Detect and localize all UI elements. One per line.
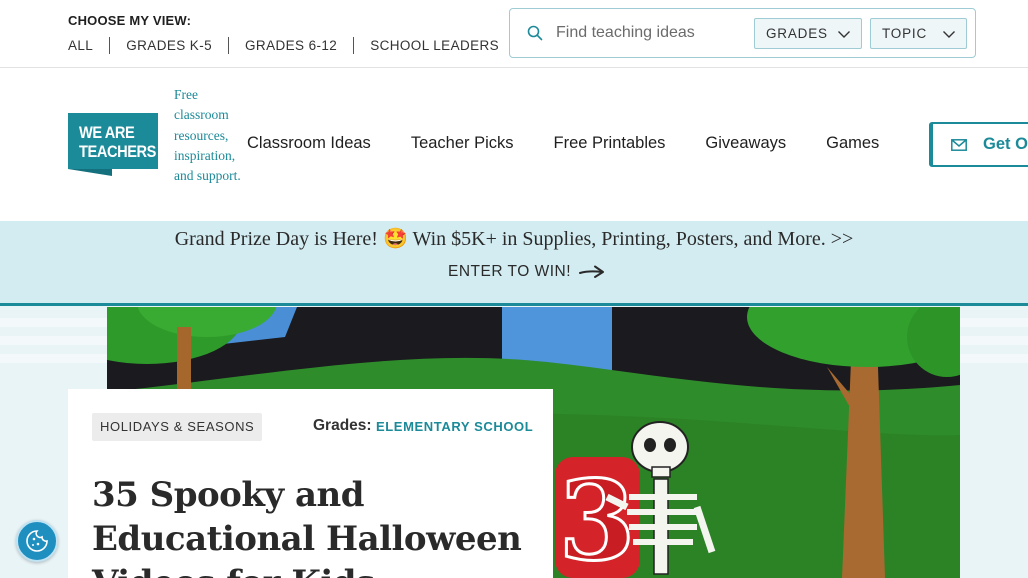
chevron-down-icon	[943, 31, 955, 38]
cookie-settings-button[interactable]	[16, 520, 58, 562]
newsletter-button[interactable]: Get Ou	[929, 122, 1028, 167]
grades-select[interactable]: GRADES	[754, 18, 862, 49]
logo-text: WE ARE TEACHERS	[79, 123, 156, 161]
search-icon[interactable]	[527, 25, 543, 41]
grades-select-label: GRADES	[766, 26, 828, 41]
mail-icon	[951, 138, 967, 151]
nav-item-giveaways[interactable]: Giveaways	[705, 134, 786, 153]
main-navigation: WE ARE TEACHERS Free classroom resources…	[0, 68, 1028, 221]
view-link-school-leaders[interactable]: SCHOOL LEADERS	[353, 37, 515, 54]
view-link-grades-6-12[interactable]: GRADES 6-12	[228, 37, 353, 54]
promo-banner[interactable]: Grand Prize Day is Here! 🤩 Win $5K+ in S…	[0, 221, 1028, 306]
article-title: 35 Spooky and Educational Halloween Vide…	[92, 475, 522, 578]
article-card: HOLIDAYS & SEASONS Grades: ELEMENTARY SC…	[68, 389, 553, 578]
newsletter-button-label: Get Ou	[983, 135, 1028, 153]
grades-value-link[interactable]: ELEMENTARY SCHOOL	[376, 419, 533, 434]
top-utility-bar: CHOOSE MY VIEW: ALL GRADES K-5 GRADES 6-…	[0, 0, 1028, 68]
cookie-icon	[26, 530, 48, 552]
view-link-grades-k5[interactable]: GRADES K-5	[109, 37, 228, 54]
topic-select-label: TOPIC	[882, 26, 928, 41]
nav-item-free-printables[interactable]: Free Printables	[554, 134, 666, 153]
enter-to-win-link[interactable]: ENTER TO WIN!	[448, 263, 605, 281]
view-switcher: ALL GRADES K-5 GRADES 6-12 SCHOOL LEADER…	[68, 37, 515, 54]
tagline: Free classroom resources, inspiration, a…	[174, 87, 241, 184]
logo[interactable]: WE ARE TEACHERS	[68, 113, 158, 176]
svg-text:3: 3	[559, 456, 636, 578]
category-badge[interactable]: HOLIDAYS & SEASONS	[92, 413, 263, 441]
search-input[interactable]	[556, 19, 752, 47]
arrow-right-icon	[579, 265, 605, 278]
chevron-down-icon	[838, 31, 850, 38]
promo-title[interactable]: Grand Prize Day is Here! 🤩 Win $5K+ in S…	[0, 226, 1028, 251]
nav-item-classroom-ideas[interactable]: Classroom Ideas	[247, 134, 371, 153]
nav-menu: Classroom Ideas Teacher Picks Free Print…	[247, 134, 919, 153]
view-link-all[interactable]: ALL	[68, 37, 109, 54]
enter-to-win-label: ENTER TO WIN!	[448, 263, 572, 280]
nav-item-teacher-picks[interactable]: Teacher Picks	[411, 134, 514, 153]
grades-label: Grades:	[313, 417, 372, 434]
nav-item-games[interactable]: Games	[826, 134, 879, 153]
choose-view-label: CHOOSE MY VIEW:	[68, 13, 192, 28]
search-bar: GRADES TOPIC	[509, 8, 976, 58]
topic-select[interactable]: TOPIC	[870, 18, 967, 49]
